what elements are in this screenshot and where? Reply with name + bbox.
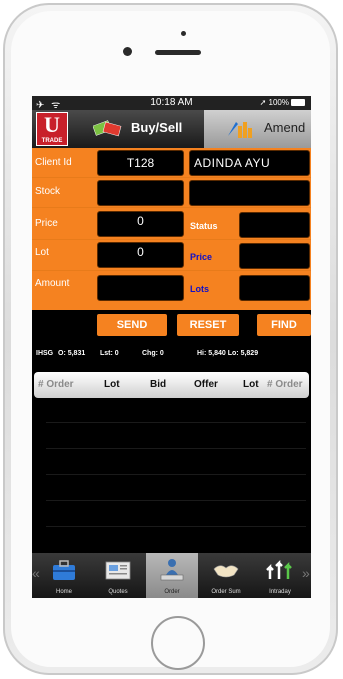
- logo-text: TRADE: [41, 138, 63, 144]
- amend-chart-icon: [228, 122, 252, 138]
- nav-quotes-label: Quotes: [108, 589, 128, 595]
- table-row: [46, 422, 306, 423]
- nav-intraday[interactable]: Intraday: [254, 553, 306, 598]
- find-button[interactable]: FIND: [257, 314, 311, 336]
- nav-home[interactable]: Home: [38, 553, 90, 598]
- action-buttons: SEND RESET FIND: [32, 310, 311, 344]
- bottom-nav: « Home Quotes Order Order Sum Intraday »: [32, 553, 311, 598]
- nav-order-sum[interactable]: Order Sum: [200, 553, 252, 598]
- row-stock: Stock: [32, 178, 311, 208]
- table-row: [46, 448, 306, 449]
- col-offer: Offer: [194, 379, 218, 390]
- status-field: [239, 212, 310, 238]
- send-button[interactable]: SEND: [97, 314, 167, 336]
- amount-label: Amount: [35, 278, 70, 289]
- ticker-hi-lo: Hi: 5,840 Lo: 5,829: [197, 350, 259, 357]
- app-header: U TRADE Buy/Sell Amend: [32, 110, 311, 148]
- reset-button[interactable]: RESET: [177, 314, 239, 336]
- tab-amend[interactable]: Amend: [204, 110, 311, 148]
- client-id-label: Client Id: [35, 157, 72, 168]
- ticker-last: Lst: 0: [100, 350, 119, 357]
- stock-name-field[interactable]: [189, 180, 310, 206]
- price-field[interactable]: 0: [97, 211, 184, 237]
- row-client-id: Client Id T128 ADINDA AYU LEST...: [32, 148, 311, 194]
- front-camera: [123, 47, 132, 56]
- row-lot: Lot 0 Price: [32, 241, 311, 271]
- utrade-logo: U TRADE: [36, 112, 68, 146]
- col-order-offer: # Order: [267, 379, 303, 390]
- chart-arrows-icon: [266, 559, 292, 579]
- status-label: Status: [190, 221, 218, 231]
- newspaper-icon: [105, 561, 131, 580]
- battery-percent: ➚ 100%: [259, 98, 289, 107]
- battery-icon: [291, 99, 305, 106]
- nav-order-label: Order: [164, 589, 180, 595]
- ticker-change: Chg: 0: [142, 350, 164, 357]
- client-name-field[interactable]: ADINDA AYU LEST...: [189, 150, 310, 194]
- earpiece-speaker: [155, 50, 201, 55]
- status-bar: ✈ ᯤ 10:18 AM ➚ 100%: [32, 96, 311, 111]
- nav-order-sum-label: Order Sum: [211, 589, 241, 595]
- stock-label: Stock: [35, 186, 61, 197]
- table-row: [46, 526, 306, 527]
- row-price: Price 0 Status: [32, 210, 311, 240]
- amount-field: [97, 275, 184, 301]
- lot-field[interactable]: 0: [97, 242, 184, 268]
- proximity-sensor: [181, 31, 186, 36]
- order-form: Client Id T128 ADINDA AYU LEST... Stock …: [32, 148, 311, 310]
- table-row: [46, 474, 306, 475]
- price-info-label: Price: [190, 252, 213, 262]
- tab-buy-sell-label: Buy/Sell: [131, 120, 183, 135]
- col-bid: Bid: [150, 379, 167, 390]
- nav-right-arrow[interactable]: »: [302, 565, 310, 581]
- logo-letter: U: [44, 112, 60, 137]
- nav-order[interactable]: Order: [146, 553, 198, 598]
- home-button[interactable]: [151, 616, 205, 670]
- lots-info-label: Lots: [190, 284, 209, 294]
- orderbook-rows: [32, 398, 311, 548]
- orderbook-header: # Order Lot Bid Offer Lot # Order: [34, 372, 309, 398]
- handshake-icon: [213, 565, 239, 578]
- nav-home-label: Home: [55, 589, 72, 595]
- col-lot-bid: Lot: [104, 379, 120, 390]
- ticker-open: O: 5,831: [58, 350, 86, 357]
- stock-field[interactable]: [97, 180, 184, 206]
- lots-info-field: [239, 275, 310, 301]
- col-lot-offer: Lot: [243, 379, 259, 390]
- nav-intraday-label: Intraday: [269, 589, 291, 595]
- briefcase-icon: [53, 560, 75, 580]
- nav-quotes[interactable]: Quotes: [92, 553, 144, 598]
- app-screen: ✈ ᯤ 10:18 AM ➚ 100% U TRADE Buy/Sell Ame…: [32, 96, 311, 598]
- lot-label: Lot: [35, 247, 49, 258]
- person-computer-icon: [160, 559, 184, 581]
- table-row: [46, 500, 306, 501]
- tab-amend-label: Amend: [264, 120, 306, 135]
- col-order-bid: # Order: [38, 379, 74, 390]
- tab-buy-sell[interactable]: Buy/Sell: [88, 110, 200, 148]
- row-amount: Amount Lots: [32, 272, 311, 301]
- buy-sell-ticket-icon: [93, 120, 122, 137]
- index-ticker: IHSG O: 5,831 Lst: 0 Chg: 0 Hi: 5,840 Lo…: [36, 350, 311, 362]
- price-info-field: [239, 243, 310, 269]
- ticker-index: IHSG: [36, 350, 54, 357]
- client-id-field[interactable]: T128: [97, 150, 184, 176]
- price-label: Price: [35, 218, 58, 229]
